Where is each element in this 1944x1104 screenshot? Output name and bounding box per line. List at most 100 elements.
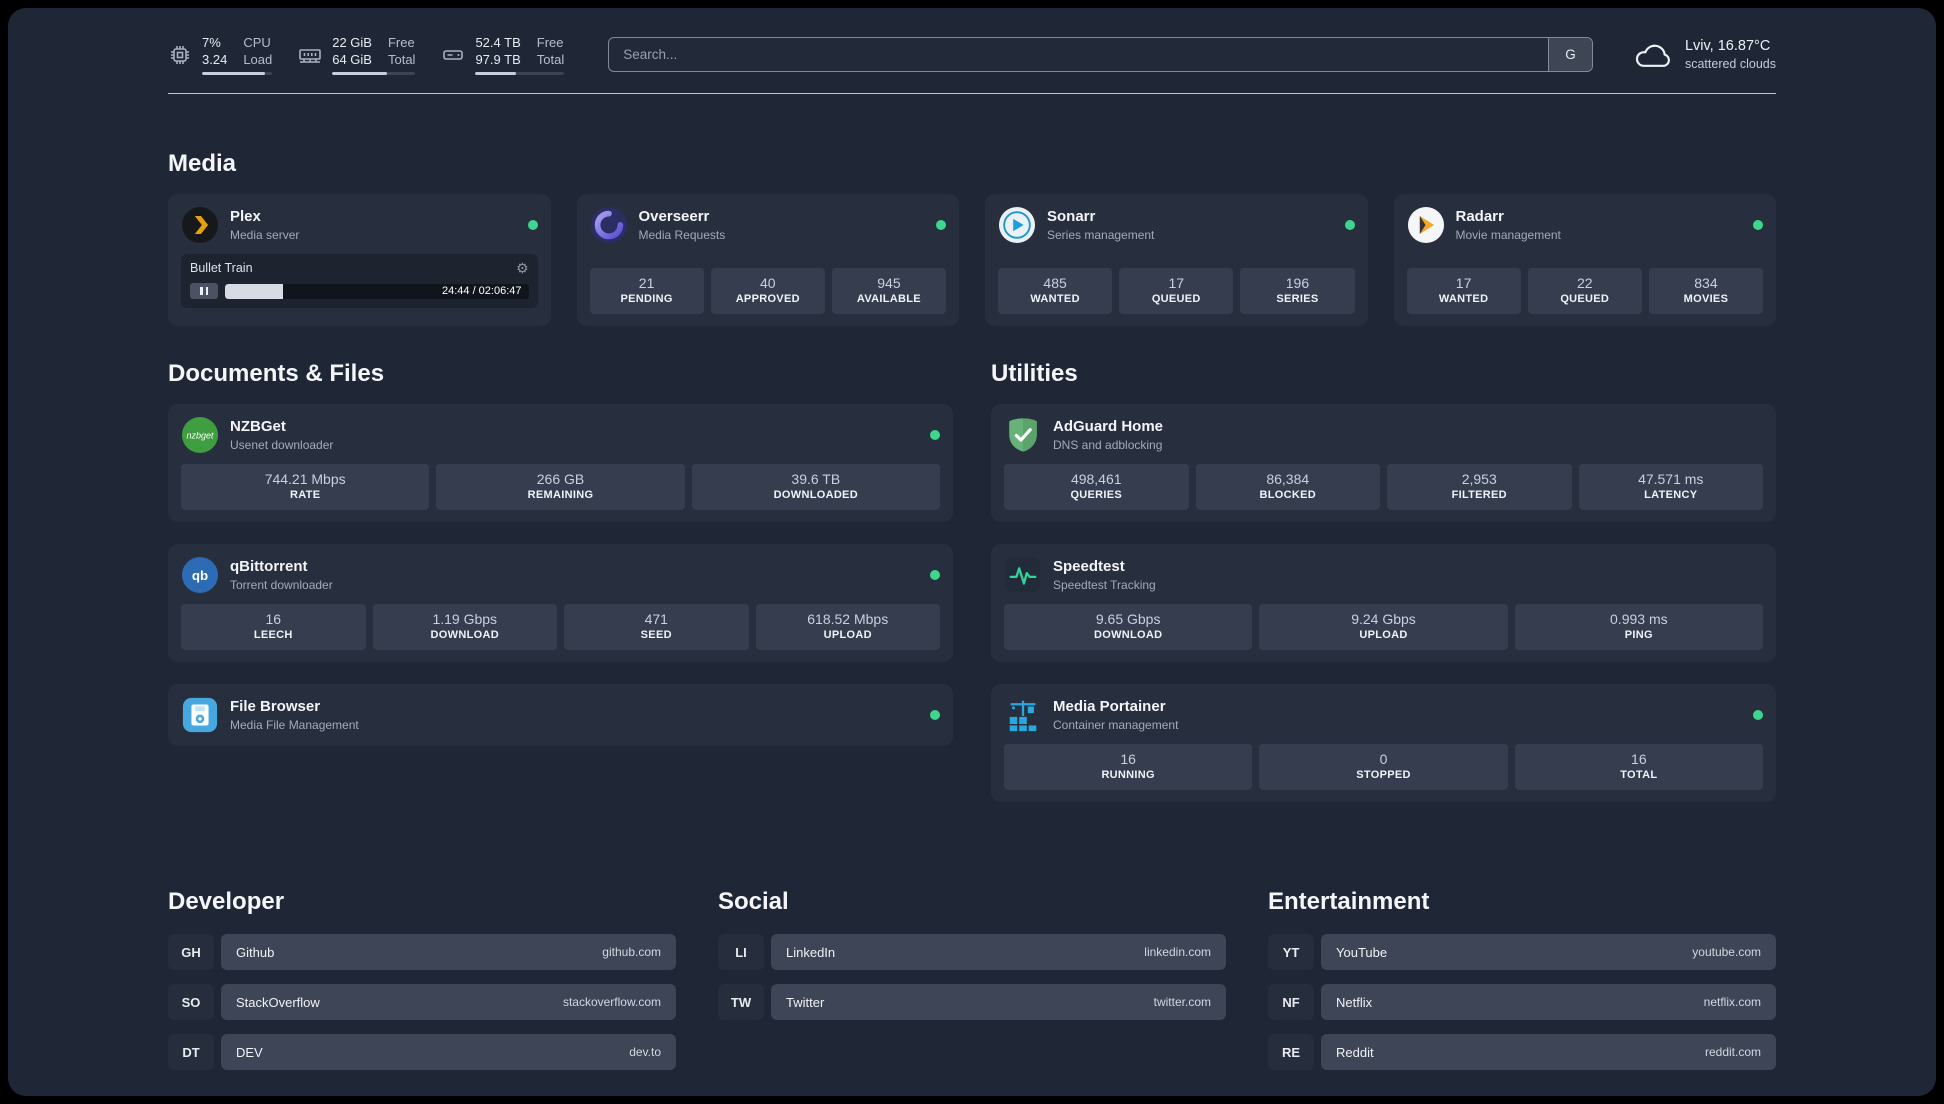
bookmark-abbr: TW [718, 984, 764, 1020]
stats-row: 744.21 Mbps RATE 266 GB REMAINING 39.6 T… [181, 454, 940, 510]
stat-value: 266 GB [536, 471, 585, 487]
bookmark-name: Github [236, 944, 275, 960]
app-subtitle: Torrent downloader [230, 578, 333, 592]
stat-box-pending: 21 PENDING [589, 268, 704, 314]
stats-row: 16 LEECH 1.19 Gbps DOWNLOAD 471 SEED 618… [181, 594, 940, 650]
stat-label: UPLOAD [823, 629, 872, 641]
bookmark-name: Twitter [786, 994, 825, 1010]
portainer-title-block: Media Portainer Container management [1053, 697, 1742, 733]
card-overseerr[interactable]: Overseerr Media Requests 21 PENDING 40 A… [576, 194, 959, 326]
stat-box-queued: 22 QUEUED [1527, 268, 1642, 314]
disk-icon [443, 49, 464, 60]
bookmark-bar: Reddit reddit.com [1321, 1034, 1776, 1070]
bookmarks-social: Social LI LinkedIn linkedin.com TW Twitt… [718, 888, 1226, 1084]
now-playing-title: Bullet Train [190, 261, 253, 275]
bookmark-linkedin[interactable]: LI LinkedIn linkedin.com [718, 934, 1226, 970]
stat-box-blocked: 86,384 BLOCKED [1195, 464, 1380, 510]
bookmark-stackoverflow[interactable]: SO StackOverflow stackoverflow.com [168, 984, 676, 1020]
playback-progress-bar[interactable]: 24:44 / 02:06:47 [225, 283, 529, 299]
card-adguard[interactable]: AdGuard Home DNS and adblocking 498,461 … [991, 404, 1776, 522]
topbar: 7% CPU 3.24 Load 22 GiB Free 64 GiB Tota… [168, 34, 1776, 75]
stat-label: AVAILABLE [856, 293, 921, 305]
bookmark-name: StackOverflow [236, 994, 320, 1010]
bookmark-bar: DEV dev.to [221, 1034, 676, 1070]
stat-box-latency: 47.571 ms LATENCY [1578, 464, 1763, 510]
playback-time: 24:44 / 02:06:47 [441, 285, 522, 297]
settings-gear-icon[interactable]: ⚙ [516, 261, 529, 275]
stat-label: LEECH [253, 629, 293, 641]
cpu-usage-value: 7% [202, 35, 221, 50]
card-portainer[interactable]: Media Portainer Container management 16 … [991, 684, 1776, 802]
stat-value: 39.6 TB [791, 471, 841, 487]
stat-box-leech: 16 LEECH [181, 604, 366, 650]
stat-box-wanted: 17 WANTED [1406, 268, 1521, 314]
app-subtitle: Series management [1047, 228, 1155, 242]
stat-box-available: 945 AVAILABLE [831, 268, 947, 314]
app-subtitle: Speedtest Tracking [1053, 578, 1156, 592]
bookmark-reddit[interactable]: RE Reddit reddit.com [1268, 1034, 1776, 1070]
app-name: NZBGet [230, 418, 286, 435]
bookmark-dev[interactable]: DT DEV dev.to [168, 1034, 676, 1070]
stat-label: DOWNLOAD [430, 629, 499, 641]
stat-value: 16 [1631, 751, 1647, 767]
card-radarr[interactable]: Radarr Movie management 17 WANTED 22 QUE… [1393, 194, 1776, 326]
stat-box-queries: 498,461 QUERIES [1004, 464, 1189, 510]
stat-value: 9.65 Gbps [1095, 611, 1161, 627]
stat-label: REMAINING [527, 489, 594, 501]
app-subtitle: Media server [230, 228, 300, 242]
search-input[interactable] [609, 38, 1548, 71]
cpu-body: 7% CPU 3.24 Load [202, 34, 273, 75]
app-name: File Browser [230, 698, 321, 715]
status-dot [930, 430, 940, 440]
search-widget: G [608, 37, 1593, 72]
cpu-load-label: Load [243, 52, 273, 67]
card-nzbget[interactable]: nzbget NZBGet Usenet downloader 744.21 M… [168, 404, 953, 522]
stat-box-upload: 9.24 Gbps UPLOAD [1259, 604, 1508, 650]
card-speedtest[interactable]: Speedtest Speedtest Tracking 9.65 Gbps D… [991, 544, 1776, 662]
disk-widget: 52.4 TB Free 97.9 TB Total [441, 34, 565, 75]
bookmark-youtube[interactable]: YT YouTube youtube.com [1268, 934, 1776, 970]
card-qbittorrent[interactable]: qb qBittorrent Torrent downloader 16 LEE… [168, 544, 953, 662]
stat-value: 2,953 [1461, 471, 1497, 487]
stat-value: 21 [638, 275, 655, 291]
bookmark-url: linkedin.com [1144, 945, 1211, 959]
stat-label: RATE [290, 489, 321, 501]
stat-value: 47.571 ms [1638, 471, 1704, 487]
stat-label: STOPPED [1356, 769, 1411, 781]
bookmarks-entertainment: Entertainment YT YouTube youtube.com NF … [1268, 888, 1776, 1084]
status-dot [1753, 220, 1763, 230]
bookmark-bar: YouTube youtube.com [1321, 934, 1776, 970]
svg-text:nzbget: nzbget [186, 430, 214, 440]
nzbget-title-block: NZBGet Usenet downloader [230, 417, 919, 453]
speedtest-title-block: Speedtest Speedtest Tracking [1053, 557, 1763, 593]
card-filebrowser[interactable]: File Browser Media File Management [168, 684, 953, 746]
adguard-header: AdGuard Home DNS and adblocking [1004, 416, 1763, 454]
section-title-documents: Documents & Files [168, 360, 385, 387]
player-top-row: Bullet Train ⚙ [190, 261, 529, 275]
stat-box-seed: 471 SEED [564, 604, 749, 650]
stat-box-ping: 0.993 ms PING [1514, 604, 1763, 650]
radarr-header: Radarr Movie management [1407, 206, 1763, 244]
bookmark-netflix[interactable]: NF Netflix netflix.com [1268, 984, 1776, 1020]
bookmark-twitter[interactable]: TW Twitter twitter.com [718, 984, 1226, 1020]
filebrowser-title-block: File Browser Media File Management [230, 697, 919, 733]
bookmark-github[interactable]: GH Github github.com [168, 934, 676, 970]
bookmark-name: Reddit [1336, 1044, 1374, 1060]
stat-label: MOVIES [1683, 293, 1729, 305]
playback-progress-fill [225, 283, 283, 299]
stat-value: 0.993 ms [1610, 611, 1668, 627]
stat-label: RUNNING [1101, 769, 1155, 781]
bookmark-bar: Twitter twitter.com [771, 984, 1226, 1020]
stat-value: 17 [1455, 275, 1472, 291]
section-title-media: Media [168, 150, 237, 177]
search-engine-button[interactable]: G [1547, 38, 1592, 71]
bookmark-url: twitter.com [1153, 995, 1211, 1009]
pause-button[interactable] [190, 283, 218, 299]
disk-total-label: Total [536, 52, 565, 67]
bookmark-url: dev.to [629, 1045, 661, 1059]
card-plex[interactable]: Plex Media server Bullet Train ⚙ 24:44 /… [168, 194, 551, 326]
bookmarks-developer: Developer GH Github github.com SO StackO… [168, 888, 676, 1084]
card-sonarr[interactable]: Sonarr Series management 485 WANTED 17 Q… [985, 194, 1368, 326]
utilities-column: Utilities AdGuard Home DNS and adblockin… [991, 360, 1776, 824]
stat-value: 471 [644, 611, 668, 627]
